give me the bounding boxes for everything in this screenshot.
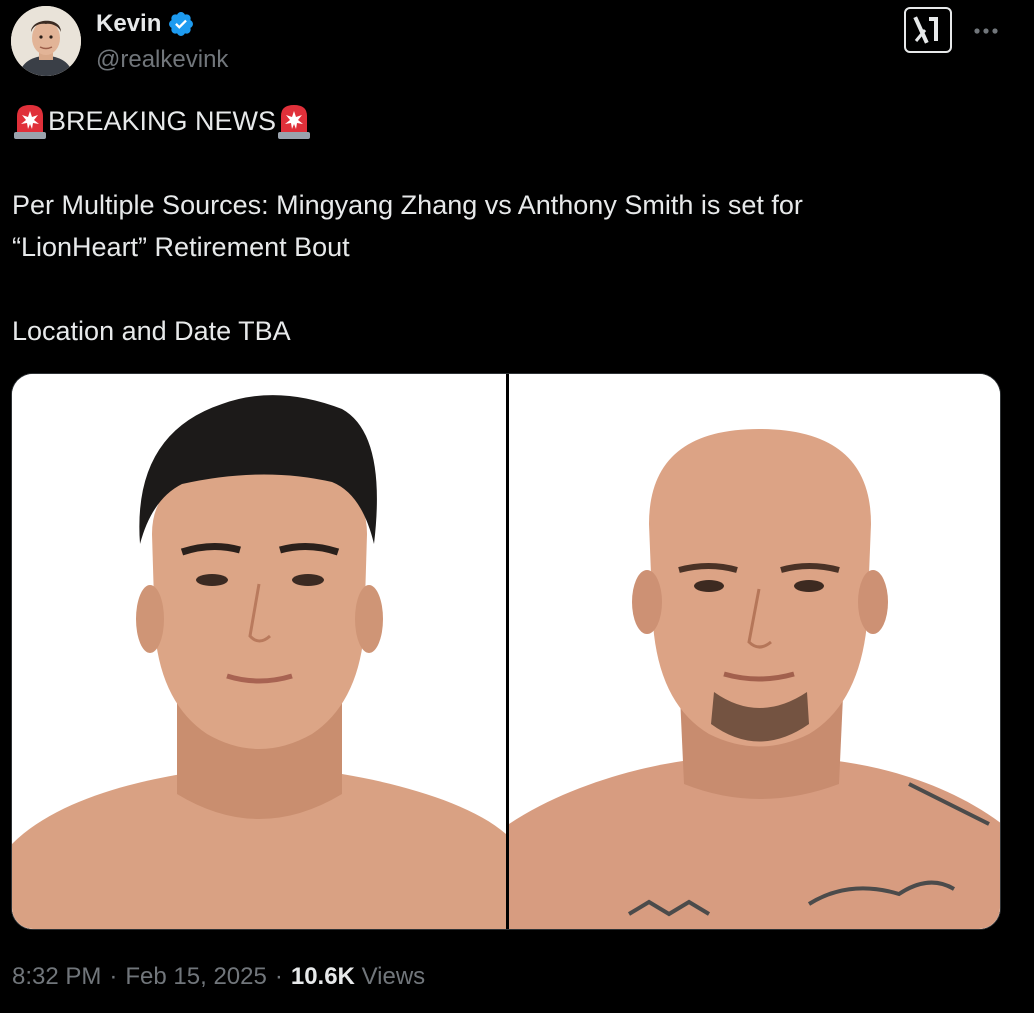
views-count: 10.6K [290, 963, 355, 990]
fighter-portrait-left[interactable] [12, 374, 506, 929]
tweet-body-line-3: Location and Date TBA [12, 316, 291, 346]
tweet-time[interactable]: 8:32 PM [12, 960, 101, 994]
breaking-news-text: BREAKING NEWS [48, 106, 277, 136]
tweet-body-line-2: “LionHeart” Retirement Bout [12, 232, 350, 262]
fighter-right-image [509, 374, 1000, 929]
views-stat[interactable]: 10.6K Views [291, 960, 425, 994]
tweet-header: Kevin @realkevink [11, 6, 1023, 78]
tweet-text: BREAKING NEWS Per Multiple Sources: Ming… [12, 100, 1012, 352]
police-siren-icon [12, 102, 48, 140]
more-options-button[interactable] [971, 16, 1001, 46]
tweet-date[interactable]: Feb 15, 2025 [125, 960, 266, 994]
author-name-row: Kevin [96, 10, 195, 38]
fighter-left-image [12, 374, 506, 929]
fighter-portrait-right[interactable] [509, 374, 1000, 929]
meta-separator: · [274, 963, 283, 990]
author-handle[interactable]: @realkevink [96, 46, 228, 74]
display-name[interactable]: Kevin [96, 10, 161, 38]
tweet-meta: 8:32 PM · Feb 15, 2025 · 10.6K Views [12, 960, 425, 994]
tweet-body-line-1: Per Multiple Sources: Mingyang Zhang vs … [12, 190, 803, 220]
meta-separator: · [109, 963, 118, 990]
avatar[interactable] [11, 6, 81, 76]
police-siren-icon [276, 102, 312, 140]
more-dots-icon [974, 28, 998, 34]
x-logo-button[interactable] [904, 7, 952, 53]
views-label: Views [361, 963, 426, 990]
tweet-media[interactable] [11, 373, 1001, 930]
profile-photo-icon [11, 6, 81, 76]
verified-badge-icon[interactable] [167, 10, 195, 38]
x-logo-icon [913, 16, 938, 44]
breaking-news-line: BREAKING NEWS [12, 100, 1012, 142]
